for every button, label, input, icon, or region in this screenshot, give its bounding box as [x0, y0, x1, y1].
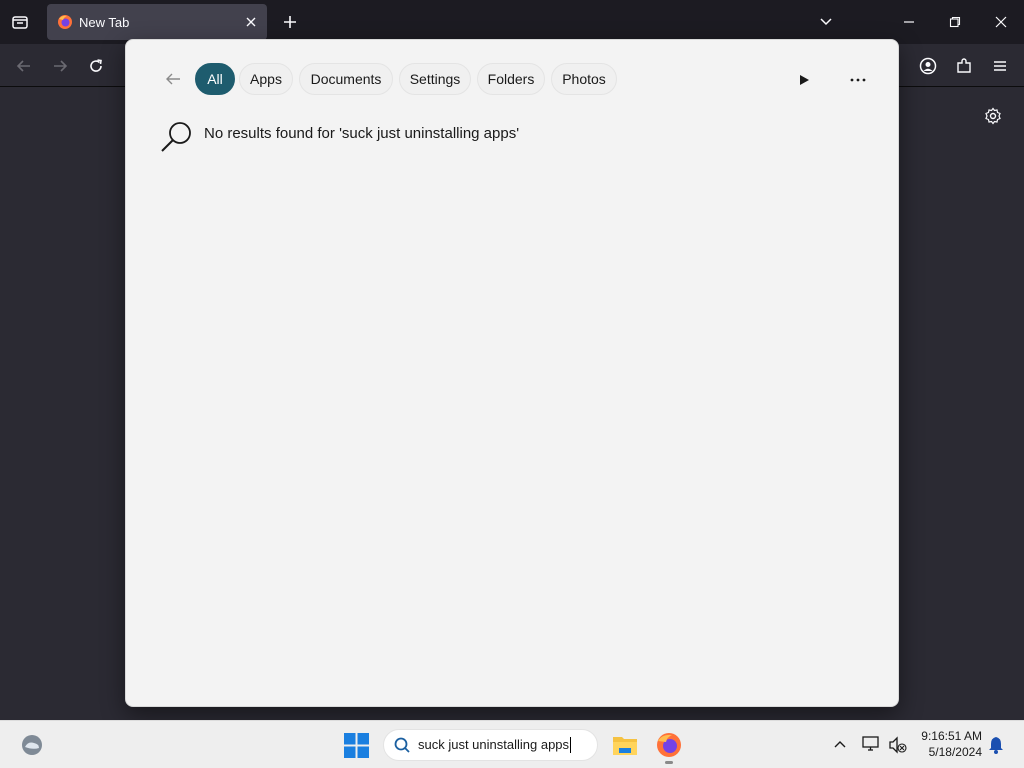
browser-tab[interactable]: New Tab [47, 4, 267, 40]
search-flyout: All Apps Documents Settings Folders Phot… [125, 39, 899, 707]
taskbar-search-input[interactable]: suck just uninstalling apps [383, 729, 598, 761]
forward-icon[interactable] [46, 52, 74, 80]
file-explorer-icon[interactable] [612, 733, 638, 757]
reload-icon[interactable] [82, 52, 110, 80]
close-tab-icon[interactable] [239, 10, 263, 34]
app-menu-icon[interactable] [986, 52, 1014, 80]
running-indicator [665, 761, 673, 764]
close-window-icon[interactable] [987, 8, 1015, 36]
browser-tab-strip: New Tab [0, 0, 1024, 44]
clock-date: 5/18/2024 [928, 745, 982, 759]
tab-title: New Tab [79, 14, 130, 30]
filter-photos[interactable]: Photos [551, 63, 617, 95]
more-options-icon[interactable] [844, 66, 872, 94]
tab-list-icon[interactable] [6, 8, 34, 36]
show-hidden-icons-chevron-icon[interactable] [830, 735, 850, 755]
gear-icon[interactable] [979, 102, 1007, 130]
list-all-tabs-chevron-icon[interactable] [812, 8, 840, 36]
text-caret [570, 737, 572, 754]
firefox-favicon-icon [58, 15, 72, 29]
filter-documents[interactable]: Documents [299, 63, 393, 95]
search-icon [392, 735, 412, 755]
network-icon[interactable] [862, 734, 882, 754]
search-query-text: suck just uninstalling apps [418, 736, 572, 754]
filter-all[interactable]: All [195, 63, 235, 95]
new-tab-button[interactable] [276, 8, 304, 36]
firefox-taskbar-icon[interactable] [656, 732, 682, 758]
search-icon [161, 122, 191, 152]
weather-widget-icon[interactable] [20, 733, 44, 757]
taskbar: suck just uninstalling apps 9:16:51 AM 5… [0, 720, 1024, 768]
extensions-icon[interactable] [950, 52, 978, 80]
no-results-message: No results found for 'suck just uninstal… [204, 125, 520, 142]
clock-time: 9:16:51 AM [921, 729, 982, 743]
back-icon[interactable] [10, 52, 38, 80]
filter-settings[interactable]: Settings [399, 63, 471, 95]
windows-start-icon[interactable] [344, 733, 369, 758]
volume-muted-icon[interactable] [888, 735, 908, 755]
notification-bell-icon[interactable] [986, 735, 1006, 755]
filter-folders[interactable]: Folders [477, 63, 545, 95]
back-arrow-icon[interactable] [160, 66, 186, 92]
minimize-icon[interactable] [895, 8, 923, 36]
play-icon[interactable] [790, 66, 818, 94]
system-clock[interactable]: 9:16:51 AM 5/18/2024 [912, 728, 982, 760]
filter-apps[interactable]: Apps [239, 63, 293, 95]
restore-icon[interactable] [941, 8, 969, 36]
account-icon[interactable] [914, 52, 942, 80]
